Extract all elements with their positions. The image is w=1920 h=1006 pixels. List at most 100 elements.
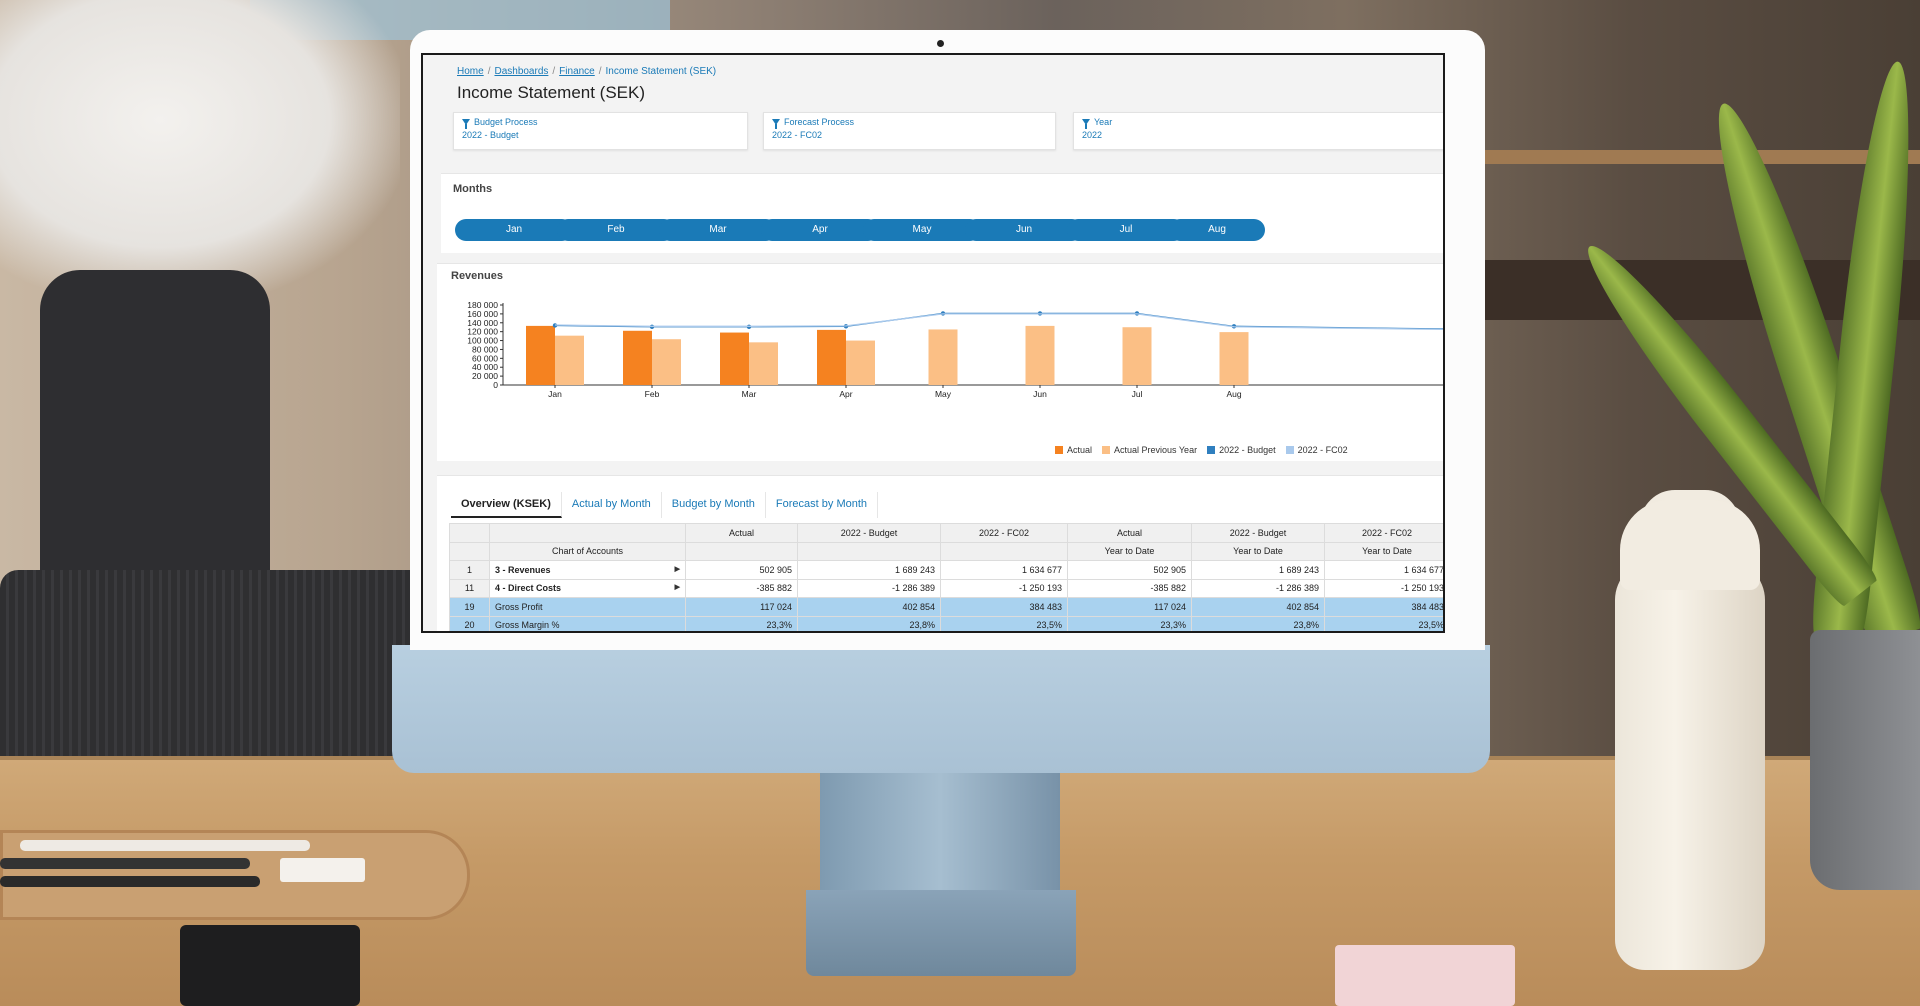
revenues-chart: 020 00040 00060 00080 000100 000120 0001…	[467, 300, 1443, 399]
value-cell: 23,8%	[1191, 615, 1325, 631]
value-cell: -385 882	[1067, 578, 1192, 598]
y-tick-label: 0	[493, 380, 498, 390]
expand-caret-icon[interactable]: ▶	[675, 583, 680, 591]
y-tick-label: 180 000	[467, 300, 498, 310]
value-cell: 23,5%	[1324, 615, 1443, 631]
row-index: 11	[449, 578, 490, 598]
row-index: 20	[449, 615, 490, 631]
value-cell: 1 634 677	[1324, 560, 1443, 580]
column-header[interactable]: 2022 - Budget	[797, 523, 941, 543]
bar-actual-previous-year	[652, 339, 681, 385]
chart-legend: Actual Actual Previous Year 2022 - Budge…	[1055, 445, 1348, 455]
table-row[interactable]: 1 3 - Revenues ▶ 502 905 1 689 243 1 634 …	[449, 560, 1443, 580]
tab-actual-by-month[interactable]: Actual by Month	[562, 492, 662, 518]
column-header[interactable]: 2022 - Budget	[1191, 523, 1325, 543]
value-cell: -1 250 193	[940, 578, 1068, 598]
legend-item: Actual	[1055, 445, 1092, 455]
row-index: 19	[449, 597, 490, 617]
column-header	[797, 541, 941, 561]
bar-actual	[720, 332, 749, 385]
column-header[interactable]: Year to Date	[1191, 541, 1325, 561]
legend-label: 2022 - Budget	[1219, 445, 1276, 455]
y-tick-label: 160 000	[467, 309, 498, 319]
bar-actual	[623, 330, 652, 385]
bar-actual	[817, 329, 846, 385]
account-cell[interactable]: Gross Margin %	[489, 615, 686, 631]
pen	[0, 876, 260, 887]
bar-actual-previous-year	[1122, 327, 1152, 385]
pen	[20, 840, 310, 851]
x-tick-label: Apr	[839, 389, 852, 399]
value-cell: 402 854	[1191, 597, 1325, 617]
bar-actual-previous-year	[1219, 332, 1249, 385]
value-cell: 117 024	[1067, 597, 1192, 617]
notebook	[180, 925, 360, 1006]
tab-bar: Overview (KSEK) Actual by Month Budget b…	[451, 492, 879, 518]
table-header-row: Actual 2022 - Budget 2022 - FC02 Actual …	[449, 523, 1443, 543]
x-tick-label: Jul	[1132, 389, 1143, 399]
column-header[interactable]: Year to Date	[1324, 541, 1443, 561]
value-cell: 384 483	[1324, 597, 1443, 617]
bar-actual-previous-year	[749, 342, 778, 385]
legend-label: Actual	[1067, 445, 1093, 455]
legend-item: Actual Previous Year	[1102, 445, 1197, 455]
value-cell: -1 286 389	[1191, 578, 1325, 598]
bar-actual	[526, 325, 555, 385]
account-cell[interactable]: Gross Profit	[489, 597, 686, 617]
account-cell[interactable]: 3 - Revenues ▶	[489, 560, 686, 580]
column-header[interactable]: 2022 - FC02	[1324, 523, 1443, 543]
column-header[interactable]: Chart of Accounts	[489, 541, 686, 561]
y-tick-label: 100 000	[467, 336, 498, 346]
value-cell: 384 483	[940, 597, 1068, 617]
table-row[interactable]: 20 Gross Margin % 23,3% 23,8% 23,5% 23,3…	[449, 615, 1443, 631]
x-tick-label: Aug	[1226, 389, 1241, 399]
value-cell: 1 689 243	[1191, 560, 1325, 580]
column-header[interactable]: Actual	[1067, 523, 1192, 543]
speaker	[0, 570, 440, 775]
plant-pot	[1810, 630, 1920, 890]
y-tick-label: 80 000	[472, 344, 498, 354]
table-header-row: Chart of Accounts Year to Date Year to D…	[449, 541, 1443, 561]
x-tick-label: Mar	[742, 389, 757, 399]
legend-item: 2022 - FC02	[1285, 445, 1348, 455]
camera-icon	[937, 40, 944, 47]
column-header[interactable]: Year to Date	[1067, 541, 1192, 561]
tab-budget-by-month[interactable]: Budget by Month	[662, 492, 766, 518]
column-header	[449, 523, 490, 543]
value-cell: 502 905	[1067, 560, 1192, 580]
x-tick-label: Feb	[645, 389, 660, 399]
account-cell[interactable]: 4 - Direct Costs ▶	[489, 578, 686, 598]
overview-table: Actual 2022 - Budget 2022 - FC02 Actual …	[449, 523, 1443, 631]
legend-label: 2022 - FC02	[1297, 445, 1348, 455]
eraser	[280, 858, 365, 882]
bar-actual-previous-year	[1025, 325, 1055, 385]
column-header[interactable]: 2022 - FC02	[940, 523, 1068, 543]
column-header	[685, 541, 798, 561]
column-header	[940, 541, 1068, 561]
y-tick-label: 40 000	[472, 362, 498, 372]
y-tick-label: 140 000	[467, 318, 498, 328]
pen	[0, 858, 250, 869]
account-label: 4 - Direct Costs	[495, 583, 562, 594]
value-cell: 23,8%	[797, 615, 941, 631]
account-label: 3 - Revenues	[495, 564, 551, 575]
expand-caret-icon[interactable]: ▶	[675, 565, 680, 573]
background-person	[0, 0, 400, 300]
bar-actual-previous-year	[555, 335, 584, 385]
legend-item: 2022 - Budget	[1207, 445, 1276, 455]
table-row[interactable]: 19 Gross Profit 117 024 402 854 384 483 …	[449, 597, 1443, 617]
table-row[interactable]: 11 4 - Direct Costs ▶ -385 882 -1 286 389…	[449, 578, 1443, 598]
tab-forecast-by-month[interactable]: Forecast by Month	[766, 492, 879, 518]
column-header[interactable]: Actual	[685, 523, 798, 543]
bar-actual-previous-year	[928, 329, 958, 385]
y-tick-label: 20 000	[472, 371, 498, 381]
water-bottle	[1615, 560, 1765, 970]
value-cell: 402 854	[797, 597, 941, 617]
y-tick-label: 120 000	[467, 327, 498, 337]
tab-overview[interactable]: Overview (KSEK)	[451, 492, 562, 518]
x-tick-label: Jun	[1033, 389, 1047, 399]
value-cell: 23,5%	[940, 615, 1068, 631]
y-tick-label: 60 000	[472, 353, 498, 363]
sticky-notes	[1335, 945, 1515, 1006]
x-tick-label: May	[935, 389, 952, 399]
